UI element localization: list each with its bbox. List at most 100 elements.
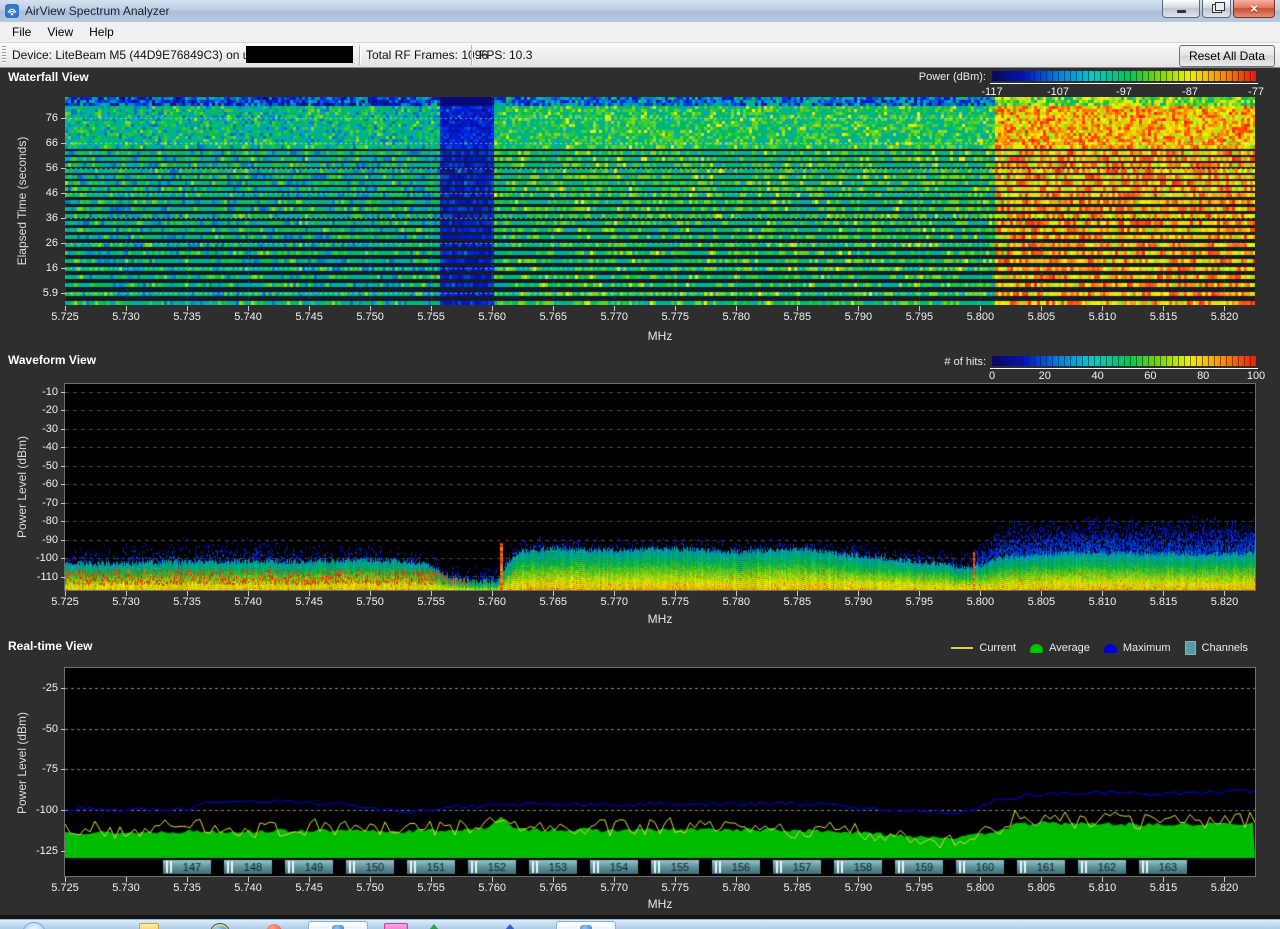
y-tick-mark [61, 193, 65, 194]
power-colorbar-label: Power (dBm): [919, 71, 986, 83]
y-tick-mark [61, 392, 65, 393]
legend-item-current: Current [951, 642, 1016, 654]
y-tick-label: -100 [36, 552, 58, 564]
menu-file[interactable]: File [4, 23, 39, 41]
y-tick-label: -80 [42, 515, 58, 527]
waterfall-heatmap-canvas [65, 97, 1255, 305]
y-tick-mark [61, 447, 65, 448]
x-tick-label: 5.800 [967, 882, 995, 894]
y-tick-label: 56 [46, 162, 58, 174]
x-tick-label: 5.820 [1211, 882, 1239, 894]
x-tick-label: 5.800 [967, 596, 995, 608]
y-tick-mark [61, 118, 65, 119]
menu-view[interactable]: View [39, 23, 81, 41]
y-tick-mark [61, 429, 65, 430]
realtime-section-title: Real-time View [8, 639, 92, 653]
blue-app-icon [580, 925, 592, 929]
y-tick-mark [61, 293, 65, 294]
y-tick-label: -60 [42, 478, 58, 490]
x-tick-label: 5.755 [417, 311, 445, 323]
y-tick-label: -20 [42, 404, 58, 416]
x-tick-label: 5.725 [51, 596, 79, 608]
y-tick-mark [61, 729, 65, 730]
window-controls: × [1162, 0, 1275, 18]
y-tick-mark [61, 540, 65, 541]
y-tick-mark [61, 769, 65, 770]
colorbar-tick-label: 60 [1144, 370, 1156, 382]
colorbar-tick-label: -77 [1248, 86, 1264, 98]
legend-channels-label: Channels [1202, 642, 1248, 654]
x-tick-label: 5.765 [539, 882, 567, 894]
internet-explorer-icon[interactable] [210, 923, 230, 929]
x-tick-label: 5.775 [661, 882, 689, 894]
menu-help[interactable]: Help [81, 23, 122, 41]
x-tick-label: 5.780 [723, 596, 751, 608]
waterfall-section-title: Waterfall View [8, 70, 89, 84]
app-icon [5, 4, 19, 18]
x-tick-label: 5.745 [295, 882, 323, 894]
x-tick-label: 5.760 [478, 311, 506, 323]
x-tick-label: 5.740 [234, 311, 262, 323]
y-tick-label: -125 [36, 845, 58, 857]
x-tick-label: 5.780 [723, 882, 751, 894]
legend-average-label: Average [1049, 642, 1090, 654]
x-tick-label: 5.815 [1150, 596, 1178, 608]
red-app-icon[interactable] [266, 924, 282, 929]
x-tick-label: 5.755 [417, 882, 445, 894]
legend-item-average: Average [1030, 642, 1090, 654]
minimize-button[interactable] [1162, 0, 1200, 18]
waveform-heatmap-canvas [65, 384, 1255, 590]
x-tick-label: 5.810 [1089, 882, 1117, 894]
legend-item-maximum: Maximum [1104, 642, 1171, 654]
y-tick-mark [61, 484, 65, 485]
x-tick-label: 5.790 [845, 596, 873, 608]
title-bar: AirView Spectrum Analyzer × [0, 0, 1280, 23]
x-tick-label: 5.810 [1089, 311, 1117, 323]
x-tick-label: 5.760 [478, 882, 506, 894]
redacted-host [246, 46, 353, 63]
x-tick-label: 5.750 [356, 882, 384, 894]
x-tick-label: 5.765 [539, 311, 567, 323]
green-app-icon[interactable] [424, 924, 444, 929]
y-tick-mark [61, 410, 65, 411]
y-tick-label: 16 [46, 262, 58, 274]
hits-colorbar-underline [990, 368, 1258, 369]
close-icon: × [1250, 1, 1258, 16]
x-tick-label: 5.775 [661, 596, 689, 608]
y-tick-mark [61, 503, 65, 504]
folder-icon[interactable] [139, 923, 159, 929]
channels-swatch-icon [1185, 641, 1196, 655]
y-tick-label: -90 [42, 534, 58, 546]
x-axis-unit-label: MHz [648, 329, 673, 343]
y-tick-mark [61, 521, 65, 522]
colorbar-tick-label: -117 [981, 86, 1002, 98]
hits-colorbar-label: # of hits: [944, 356, 986, 368]
x-tick-label: 5.770 [600, 882, 628, 894]
x-tick-label: 5.805 [1028, 596, 1056, 608]
x-tick-label: 5.805 [1028, 882, 1056, 894]
pink-app-icon[interactable] [384, 923, 408, 929]
x-tick-label: 5.745 [295, 596, 323, 608]
x-tick-label: 5.805 [1028, 311, 1056, 323]
realtime-y-axis-title: Power Level (dBm) [15, 712, 29, 814]
x-tick-label: 5.745 [295, 311, 323, 323]
x-tick-label: 5.820 [1211, 311, 1239, 323]
colorbar-tick-label: -87 [1182, 86, 1198, 98]
power-colorbar-underline [990, 83, 1258, 84]
y-tick-mark [61, 466, 65, 467]
restore-icon [1212, 4, 1222, 13]
restore-button[interactable] [1202, 0, 1231, 18]
toolbar-grip-icon[interactable] [2, 46, 6, 64]
x-tick-label: 5.785 [784, 596, 812, 608]
close-button[interactable]: × [1233, 0, 1275, 18]
y-tick-label: 26 [46, 237, 58, 249]
y-tick-label: -25 [42, 682, 58, 694]
x-tick-label: 5.795 [906, 882, 934, 894]
y-tick-mark [61, 268, 65, 269]
blue-triangle-app-icon[interactable] [500, 924, 520, 929]
waterfall-y-axis-title: Elapsed Time (seconds) [15, 137, 29, 266]
y-tick-label: 5.9 [43, 287, 58, 299]
hits-colorbar [992, 356, 1256, 366]
waveform-section-title: Waveform View [8, 353, 96, 367]
reset-all-data-button[interactable]: Reset All Data [1179, 45, 1275, 67]
